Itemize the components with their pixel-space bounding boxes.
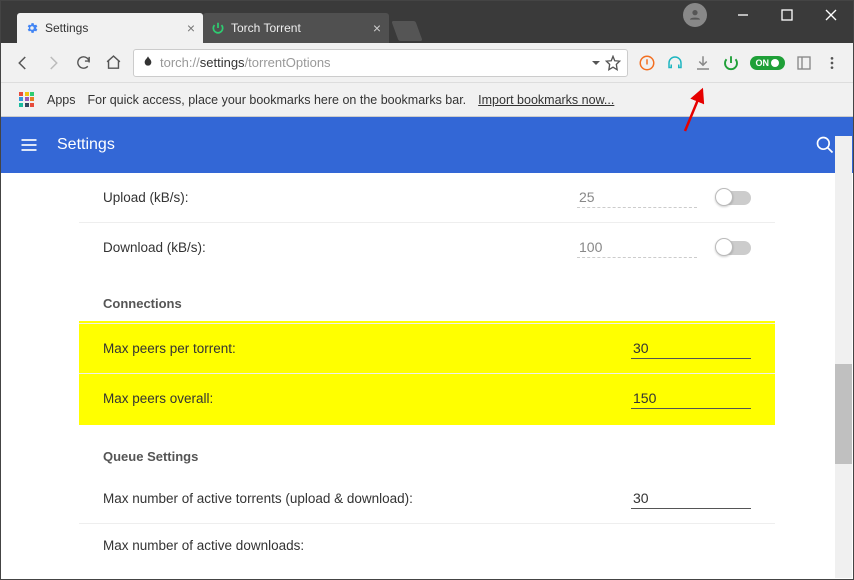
active-torrents-row: Max number of active torrents (upload & … xyxy=(79,474,775,523)
page-title: Settings xyxy=(57,136,115,154)
hamburger-icon[interactable] xyxy=(19,135,39,155)
active-downloads-row: Max number of active downloads: xyxy=(79,523,775,567)
max-peers-per-torrent-input[interactable] xyxy=(631,338,751,359)
import-bookmarks-link[interactable]: Import bookmarks now... xyxy=(478,93,614,107)
power-icon xyxy=(211,21,225,35)
extension-icons: ON xyxy=(638,54,842,72)
highlighted-connections: Max peers per torrent: Max peers overall… xyxy=(79,321,775,425)
tab-label: Settings xyxy=(45,21,88,35)
download-speed-row: Download (kB/s): xyxy=(79,222,775,272)
maximize-button[interactable] xyxy=(765,1,809,29)
tab-settings[interactable]: Settings × xyxy=(17,13,203,43)
torch-icon xyxy=(140,55,156,71)
person-icon xyxy=(688,8,702,22)
panel-icon[interactable] xyxy=(795,54,813,72)
tab-label: Torch Torrent xyxy=(231,21,301,35)
scrollbar-thumb[interactable] xyxy=(835,364,852,464)
row-label: Max peers per torrent: xyxy=(103,341,631,356)
address-bar[interactable]: torch://settings/torrentOptions xyxy=(133,49,628,77)
search-icon[interactable] xyxy=(815,135,835,155)
upload-speed-input[interactable] xyxy=(577,187,697,208)
max-peers-per-torrent-row: Max peers per torrent: xyxy=(79,323,775,373)
star-icon[interactable] xyxy=(605,55,621,71)
apps-label[interactable]: Apps xyxy=(47,93,76,107)
settings-content[interactable]: Upload (kB/s): Download (kB/s): Connecti… xyxy=(1,173,853,579)
upload-speed-row: Upload (kB/s): xyxy=(79,173,775,222)
on-badge[interactable]: ON xyxy=(750,56,786,70)
window-controls xyxy=(683,1,853,29)
window-titlebar: Settings × Torch Torrent × xyxy=(1,1,853,43)
menu-icon[interactable] xyxy=(823,54,841,72)
url-text: torch://settings/torrentOptions xyxy=(160,55,587,70)
settings-header: Settings xyxy=(1,117,853,173)
music-icon[interactable] xyxy=(638,54,656,72)
profile-avatar[interactable] xyxy=(683,3,707,27)
close-icon[interactable]: × xyxy=(373,20,381,36)
download-icon[interactable] xyxy=(694,54,712,72)
row-label: Download (kB/s): xyxy=(103,240,577,255)
back-button[interactable] xyxy=(13,53,33,73)
torrent-icon[interactable] xyxy=(722,54,740,72)
gear-icon xyxy=(25,21,39,35)
connections-header: Connections xyxy=(79,272,775,321)
row-label: Max number of active torrents (upload & … xyxy=(103,491,631,506)
dropdown-icon[interactable] xyxy=(591,58,601,68)
row-label: Upload (kB/s): xyxy=(103,190,577,205)
bookmarks-hint: For quick access, place your bookmarks h… xyxy=(88,93,467,107)
close-button[interactable] xyxy=(809,1,853,29)
max-peers-overall-input[interactable] xyxy=(631,388,751,409)
headphones-icon[interactable] xyxy=(666,54,684,72)
active-torrents-input[interactable] xyxy=(631,488,751,509)
settings-card: Upload (kB/s): Download (kB/s): Connecti… xyxy=(79,173,775,567)
upload-toggle[interactable] xyxy=(717,191,751,205)
row-label: Max number of active downloads: xyxy=(103,538,751,553)
bookmarks-bar: Apps For quick access, place your bookma… xyxy=(1,83,853,117)
forward-button[interactable] xyxy=(43,53,63,73)
reload-button[interactable] xyxy=(73,53,93,73)
row-label: Max peers overall: xyxy=(103,391,631,406)
apps-icon[interactable] xyxy=(19,92,35,108)
download-toggle[interactable] xyxy=(717,241,751,255)
browser-toolbar: torch://settings/torrentOptions ON xyxy=(1,43,853,83)
minimize-button[interactable] xyxy=(721,1,765,29)
scrollbar[interactable] xyxy=(835,136,852,578)
max-peers-overall-row: Max peers overall: xyxy=(79,373,775,423)
download-speed-input[interactable] xyxy=(577,237,697,258)
new-tab-button[interactable] xyxy=(391,21,422,41)
tab-strip: Settings × Torch Torrent × xyxy=(1,1,419,43)
home-button[interactable] xyxy=(103,53,123,73)
tab-torch-torrent[interactable]: Torch Torrent × xyxy=(203,13,389,43)
close-icon[interactable]: × xyxy=(187,20,195,36)
queue-header: Queue Settings xyxy=(79,425,775,474)
